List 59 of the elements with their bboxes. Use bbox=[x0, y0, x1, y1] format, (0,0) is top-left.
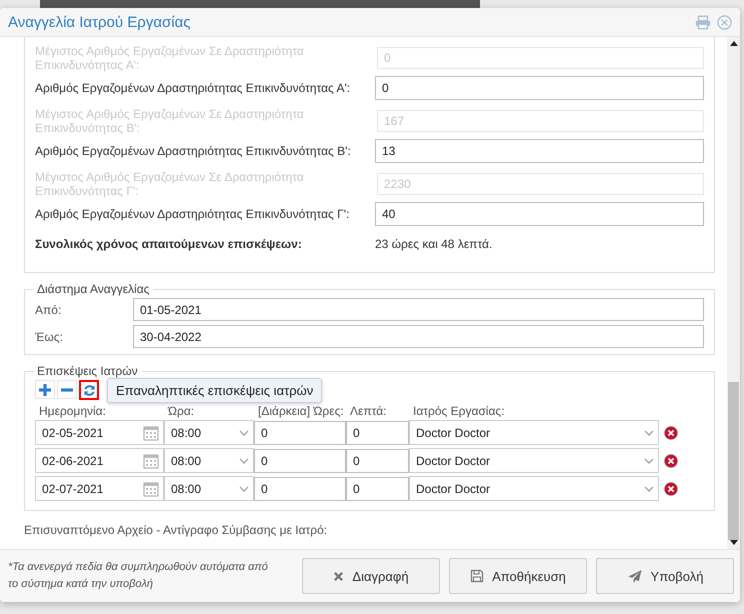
hours-field[interactable]: 0 bbox=[254, 420, 346, 444]
date-field[interactable]: 30-04-2022 bbox=[133, 325, 704, 348]
calendar-icon[interactable] bbox=[143, 424, 159, 440]
delete-button[interactable]: Διαγραφή bbox=[302, 558, 440, 594]
save-button[interactable]: Αποθήκευση bbox=[449, 558, 587, 594]
calendar-icon[interactable] bbox=[143, 480, 159, 496]
caret-icon bbox=[644, 458, 654, 464]
field-label: Αριθμός Εργαζομένων Δραστηριότητας Επικινδυνότητας Β': bbox=[35, 144, 352, 158]
add-button[interactable] bbox=[35, 380, 55, 399]
column-header: Ώρα: bbox=[166, 404, 196, 418]
section-legend: Επισκέψεις Ιατρών bbox=[33, 364, 142, 378]
caret-icon bbox=[644, 486, 654, 492]
window-title: Αναγγελία Ιατρού Εργασίας bbox=[8, 14, 190, 30]
field-label: Αριθμός Εργαζομένων Δραστηριότητας Επικινδυνότητας Γ': bbox=[35, 207, 350, 221]
attachment-label: Επισυναπτόμενο Αρχείο - Αντίγραφο Σύμβασης με Ιατρό: bbox=[24, 522, 328, 537]
calendar-icon[interactable] bbox=[143, 452, 159, 468]
caret-icon bbox=[239, 430, 249, 436]
doctor-dropdown[interactable]: Doctor Doctor bbox=[409, 476, 659, 501]
time-dropdown[interactable]: 08:00 bbox=[164, 448, 254, 473]
date-field[interactable]: 01-05-2021 bbox=[133, 298, 704, 321]
field-label: Συνολικός χρόνος απαιτούμενων επισκέψεων: bbox=[35, 237, 303, 251]
refresh-icon bbox=[82, 384, 96, 396]
scrollbar[interactable] bbox=[727, 37, 740, 549]
caret-icon bbox=[239, 458, 249, 464]
input-field[interactable]: 13 bbox=[375, 139, 704, 163]
field-label: Αριθμός Εργαζομένων Δραστηριότητας Επικινδυνότητας Α': bbox=[35, 81, 352, 95]
minutes-field[interactable]: 0 bbox=[346, 476, 409, 500]
section-legend: Διάστημα Αναγγελίας bbox=[33, 282, 154, 296]
x-icon bbox=[333, 570, 344, 582]
total-value: 23 ώρες και 48 λεπτά. bbox=[375, 237, 492, 251]
caret-icon bbox=[644, 430, 654, 436]
scroll-up-icon[interactable] bbox=[730, 41, 738, 46]
column-header: Ημερομηνία: bbox=[38, 404, 107, 418]
column-header: Ιατρός Εργασίας: bbox=[412, 404, 506, 418]
repeat-button[interactable] bbox=[79, 380, 99, 400]
column-header: Λεπτά: bbox=[349, 404, 388, 418]
input-field[interactable]: 0 bbox=[375, 76, 704, 100]
caret-icon bbox=[239, 486, 249, 492]
column-header: [Διάρκεια] Ώρες: bbox=[257, 404, 345, 418]
submit-button[interactable]: Υποβολή bbox=[596, 558, 734, 594]
hours-field[interactable]: 0 bbox=[254, 476, 346, 500]
time-dropdown[interactable]: 08:00 bbox=[164, 420, 254, 445]
date-field[interactable]: 02-07-2021 bbox=[35, 476, 164, 501]
field-label: Από: bbox=[35, 302, 62, 316]
field-label: Έως: bbox=[35, 330, 64, 344]
footnote-text: *Τα ανενεργά πεδία θα συμπληρωθούν αυτόματα από το σύστημα κατά την υποβολή bbox=[8, 560, 269, 592]
minutes-field[interactable]: 0 bbox=[346, 420, 409, 444]
plus-icon bbox=[38, 382, 52, 396]
time-dropdown[interactable]: 08:00 bbox=[164, 476, 254, 501]
date-field[interactable]: 02-05-2021 bbox=[35, 420, 164, 445]
doctor-dropdown[interactable]: Doctor Doctor bbox=[409, 448, 659, 473]
tooltip: Επαναληπτικές επισκέψεις ιατρών bbox=[107, 378, 322, 403]
paper-plane-icon bbox=[626, 568, 643, 584]
doctor-dropdown[interactable]: Doctor Doctor bbox=[409, 420, 659, 445]
minutes-field[interactable]: 0 bbox=[346, 448, 409, 472]
input-field[interactable]: 40 bbox=[375, 202, 704, 226]
remove-button[interactable] bbox=[57, 380, 77, 399]
date-field[interactable]: 02-06-2021 bbox=[35, 448, 164, 473]
hours-field[interactable]: 0 bbox=[254, 448, 346, 472]
